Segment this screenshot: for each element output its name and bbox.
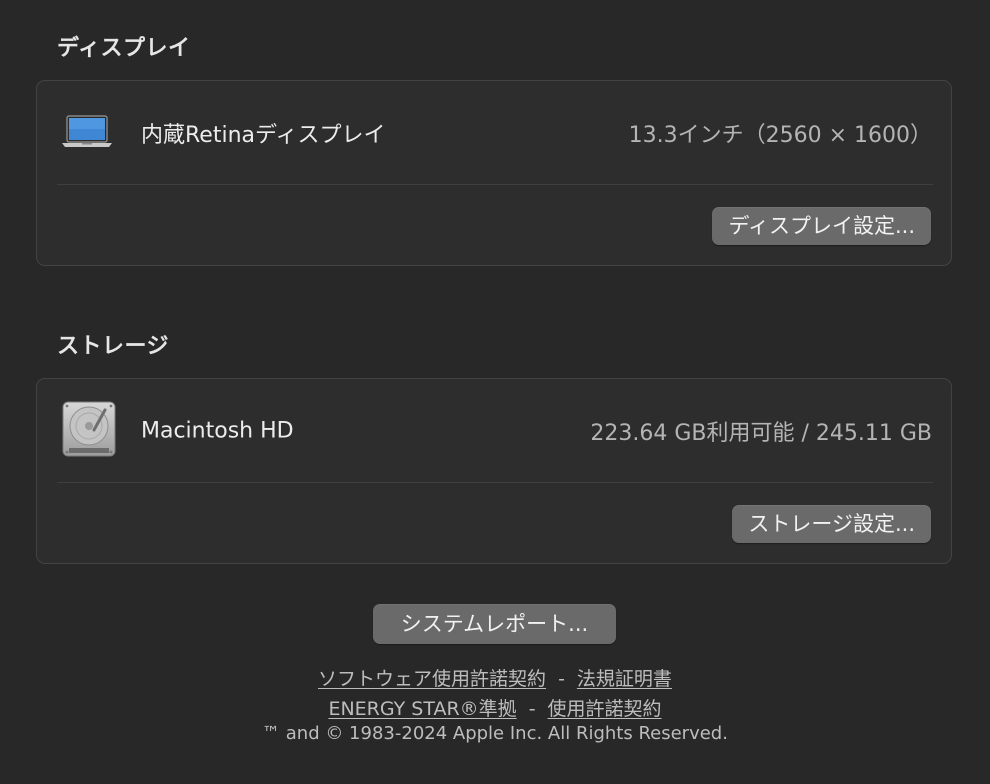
footer-links-row-2: ENERGY STAR®準拠 - 使用許諾契約	[0, 694, 990, 721]
display-name: 内蔵Retinaディスプレイ	[141, 123, 386, 148]
energy-star-link[interactable]: ENERGY STAR®準拠	[328, 698, 516, 720]
license-agreement-link[interactable]: 使用許諾契約	[548, 698, 662, 720]
storage-row: Macintosh HD 223.64 GB利用可能 / 245.11 GB	[37, 379, 951, 483]
laptop-icon	[61, 113, 113, 153]
display-section-title: ディスプレイ	[57, 36, 191, 61]
storage-capacity: 223.64 GB利用可能 / 245.11 GB	[590, 421, 932, 446]
storage-card: Macintosh HD 223.64 GB利用可能 / 245.11 GB ス…	[36, 378, 952, 564]
footer-links-row-1: ソフトウェア使用許諾契約 - 法規証明書	[0, 664, 990, 691]
system-report-button[interactable]: システムレポート...	[373, 604, 616, 644]
hard-drive-icon	[61, 400, 117, 462]
footer-separator: -	[528, 698, 536, 720]
storage-settings-button[interactable]: ストレージ設定...	[732, 505, 931, 543]
storage-volume-name: Macintosh HD	[141, 418, 294, 444]
display-row: 内蔵Retinaディスプレイ 13.3インチ（2560 × 1600）	[37, 81, 951, 185]
footer-separator: -	[558, 668, 565, 690]
display-divider	[57, 184, 933, 185]
display-settings-button[interactable]: ディスプレイ設定...	[712, 207, 931, 245]
copyright-text: ™ and © 1983-2024 Apple Inc. All Rights …	[262, 723, 728, 744]
storage-section-title: ストレージ	[57, 334, 170, 359]
display-card: 内蔵Retinaディスプレイ 13.3インチ（2560 × 1600） ディスプ…	[36, 80, 952, 266]
regulatory-certification-link[interactable]: 法規証明書	[577, 668, 672, 690]
display-spec: 13.3インチ（2560 × 1600）	[628, 123, 932, 148]
software-license-link[interactable]: ソフトウェア使用許諾契約	[318, 668, 546, 690]
storage-divider	[57, 482, 933, 483]
